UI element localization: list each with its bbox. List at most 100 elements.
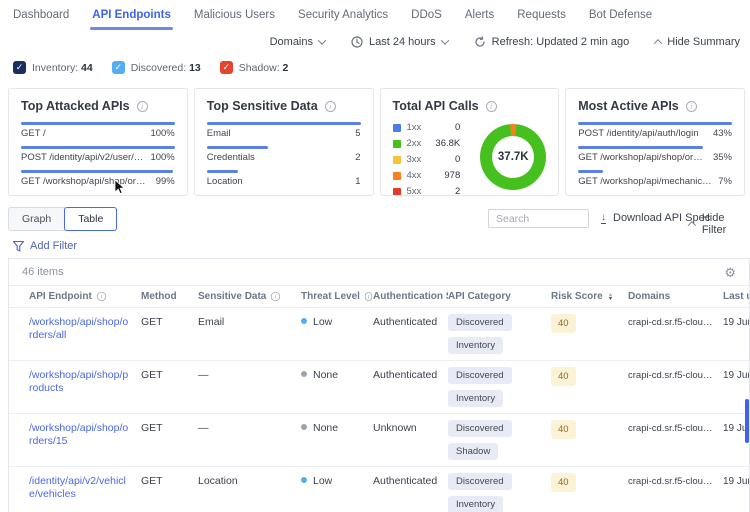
hide-filter-toggle[interactable]: Hide Filter bbox=[689, 212, 750, 236]
progress-bar bbox=[578, 146, 703, 149]
column-header-last-updated[interactable]: Last updated bbox=[723, 291, 750, 302]
threat-level-cell: None bbox=[301, 369, 373, 382]
header-controls: Domains Last 24 hours Refresh: Updated 2… bbox=[270, 36, 740, 48]
method-cell: GET bbox=[141, 475, 198, 488]
endpoint-link[interactable]: /workshop/api/shop/orders/15 bbox=[29, 422, 141, 448]
category-badge-inventory: Inventory bbox=[448, 337, 503, 354]
column-label: Threat Level bbox=[301, 291, 360, 302]
add-filter-button[interactable]: Add Filter bbox=[13, 240, 77, 252]
bar-labels: POST /identity/api/v2/user/videos 100% bbox=[21, 152, 175, 163]
tab-alerts[interactable]: Alerts bbox=[465, 9, 494, 21]
top-sensitive-item: Credentials2 bbox=[207, 146, 361, 163]
category-badge-discovered: Discovered bbox=[448, 420, 512, 437]
threat-level-dot bbox=[301, 371, 307, 377]
api-name: GET /workshop/api/shop/orders/all bbox=[578, 152, 707, 163]
time-range-dropdown[interactable]: Last 24 hours bbox=[351, 36, 448, 48]
risk-score-cell: 40 bbox=[551, 316, 628, 333]
threat-level-cell: Low bbox=[301, 475, 373, 488]
filter-checkbox-shadow[interactable]: ✓Shadow: 2 bbox=[220, 61, 289, 74]
checkbox-checked-icon: ✓ bbox=[13, 61, 26, 74]
info-icon[interactable] bbox=[686, 101, 697, 112]
filter-label: Shadow: 2 bbox=[239, 62, 289, 74]
table-row[interactable]: /workshop/api/shop/orders/allGETEmailLow… bbox=[9, 308, 749, 361]
column-header-sensitive-data[interactable]: Sensitive Data bbox=[198, 291, 301, 302]
bar-labels: POST /identity/api/auth/login43% bbox=[578, 128, 732, 139]
category-badge-discovered: Discovered bbox=[448, 314, 512, 331]
graph-view-button[interactable]: Graph bbox=[8, 207, 65, 231]
tab-dashboard[interactable]: Dashboard bbox=[13, 9, 69, 21]
card-title-text: Total API Calls bbox=[393, 99, 479, 113]
status-code-label: 4xx bbox=[407, 170, 422, 181]
time-range-label: Last 24 hours bbox=[369, 36, 436, 48]
authentication-cell: Authenticated bbox=[373, 475, 448, 488]
tab-security-analytics[interactable]: Security Analytics bbox=[298, 9, 388, 21]
clock-icon bbox=[351, 36, 363, 48]
threat-level-cell: Low bbox=[301, 316, 373, 329]
progress-bar bbox=[21, 146, 175, 149]
column-label: Sensitive Data bbox=[198, 291, 266, 302]
progress-bar bbox=[21, 170, 173, 173]
domains-cell: crapi-cd.sr.f5-cloud-demo... bbox=[628, 316, 723, 329]
most-active-item: GET /workshop/api/mechanic/mechanic_repo… bbox=[578, 170, 732, 187]
category-badge-inventory: Inventory bbox=[448, 496, 503, 512]
info-icon[interactable] bbox=[365, 292, 373, 301]
sensitive-data-cell: — bbox=[198, 422, 301, 435]
vertical-scrollbar-thumb[interactable] bbox=[745, 399, 749, 443]
domains-dropdown[interactable]: Domains bbox=[270, 36, 325, 48]
api-name: POST /identity/api/auth/login bbox=[578, 128, 698, 139]
status-legend-row: 4xx978 bbox=[393, 170, 471, 181]
api-calls-donut-chart: 37.7K bbox=[480, 124, 546, 190]
column-header-domains[interactable]: Domains bbox=[628, 291, 723, 302]
tab-bot-defense[interactable]: Bot Defense bbox=[589, 9, 652, 21]
filter-checkbox-inventory[interactable]: ✓ Inventory: 44 bbox=[13, 61, 93, 74]
refresh-button[interactable]: Refresh: Updated 2 min ago bbox=[474, 36, 630, 48]
method-cell: GET bbox=[141, 422, 198, 435]
card-top-attacked-apis: Top Attacked APIs GET /100% POST /identit… bbox=[8, 88, 188, 196]
bar-labels: GET /workshop/api/shop/orders/all35% bbox=[578, 152, 732, 163]
hide-summary-toggle[interactable]: Hide Summary bbox=[655, 36, 740, 48]
card-title: Top Attacked APIs bbox=[21, 99, 175, 113]
column-header-risk-score[interactable]: Risk Score▲▼ bbox=[551, 291, 628, 302]
filter-checkbox-discovered[interactable]: ✓Discovered: 13 bbox=[112, 61, 201, 74]
column-header-threat-level[interactable]: Threat Level bbox=[301, 291, 373, 302]
table-row[interactable]: /identity/api/v2/vehicle/vehiclesGETLoca… bbox=[9, 467, 749, 512]
column-header-method[interactable]: Method bbox=[141, 291, 198, 302]
progress-bar bbox=[578, 170, 603, 173]
info-icon[interactable] bbox=[97, 292, 106, 301]
column-header-authentication-s[interactable]: Authentication S... bbox=[373, 291, 448, 302]
column-header-api-category[interactable]: API Category bbox=[448, 291, 551, 302]
table-view-button[interactable]: Table bbox=[64, 207, 117, 231]
api-name: Location bbox=[207, 176, 243, 187]
column-header-api-endpoint[interactable]: API Endpoint bbox=[29, 291, 141, 302]
search-input[interactable] bbox=[488, 209, 589, 228]
status-code-value: 0 bbox=[455, 122, 470, 133]
sort-icon[interactable]: ▲▼ bbox=[608, 293, 613, 301]
tab-ddos[interactable]: DDoS bbox=[411, 9, 442, 21]
endpoint-link[interactable]: /identity/api/v2/vehicle/vehicles bbox=[29, 475, 141, 501]
card-title-text: Top Sensitive Data bbox=[207, 99, 318, 113]
column-label: Authentication S... bbox=[373, 291, 448, 302]
table-row[interactable]: /workshop/api/shop/orders/15GET—NoneUnkn… bbox=[9, 414, 749, 467]
column-label: API Category bbox=[448, 291, 511, 302]
endpoint-link[interactable]: /workshop/api/shop/products bbox=[29, 369, 141, 395]
tab-malicious-users[interactable]: Malicious Users bbox=[194, 9, 275, 21]
table-row[interactable]: /workshop/api/shop/productsGET—NoneAuthe… bbox=[9, 361, 749, 414]
info-icon[interactable] bbox=[325, 101, 336, 112]
method-cell: GET bbox=[141, 369, 198, 382]
endpoint-link[interactable]: /workshop/api/shop/orders/all bbox=[29, 316, 141, 342]
api-value: 100% bbox=[150, 152, 174, 163]
tab-api-endpoints[interactable]: API Endpoints bbox=[92, 9, 171, 21]
info-icon[interactable] bbox=[137, 101, 148, 112]
info-icon[interactable] bbox=[271, 292, 280, 301]
top-attacked-item: GET /workshop/api/shop/orders/{order_id}… bbox=[21, 170, 175, 187]
table-settings-gear-icon[interactable] bbox=[724, 266, 736, 279]
api-value: 5 bbox=[355, 128, 360, 139]
most-active-list: POST /identity/api/auth/login43% GET /wor… bbox=[578, 122, 732, 187]
info-icon[interactable] bbox=[486, 101, 497, 112]
bar-labels: GET /100% bbox=[21, 128, 175, 139]
api-name: POST /identity/api/v2/user/videos bbox=[21, 152, 144, 163]
api-endpoints-table: 46 items API EndpointMethodSensitive Dat… bbox=[8, 258, 750, 512]
filter-label: Inventory: 44 bbox=[32, 62, 93, 74]
card-title-text: Most Active APIs bbox=[578, 99, 679, 113]
tab-requests[interactable]: Requests bbox=[517, 9, 566, 21]
